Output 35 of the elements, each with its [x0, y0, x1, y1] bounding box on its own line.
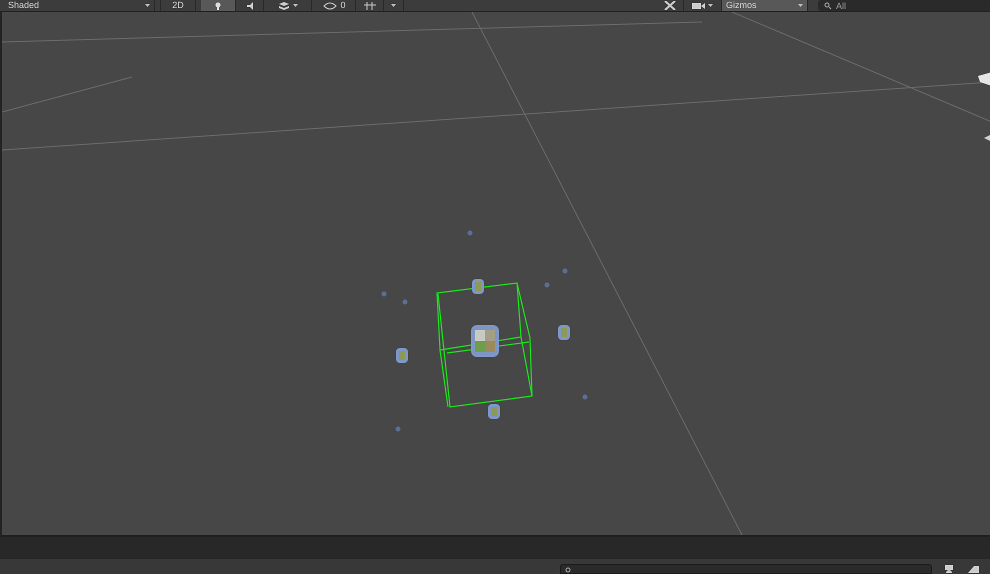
layers-icon [278, 2, 290, 10]
camera-icon [692, 2, 705, 8]
object-gizmo-icon [471, 325, 499, 357]
search-icon [565, 567, 571, 573]
2d-toggle-button[interactable]: 2D [160, 0, 196, 11]
lighting-toggle-button[interactable] [201, 0, 236, 11]
search-icon [824, 2, 832, 10]
light-gizmo-icon [382, 292, 386, 296]
crossed-tools-icon [664, 1, 676, 10]
hidden-count: 0 [340, 0, 346, 11]
caret-icon [292, 4, 298, 7]
light-gizmo-icon [402, 300, 408, 304]
object-gizmo-icon [488, 404, 500, 419]
speaker-icon [246, 2, 254, 10]
caret-icon [708, 4, 713, 7]
grid-icon [364, 2, 376, 10]
tag-icon[interactable] [966, 565, 980, 573]
caret-icon [798, 4, 803, 7]
object-gizmo-icon [396, 348, 408, 363]
light-gizmo-icon [562, 268, 568, 274]
light-bulb-icon [215, 2, 221, 10]
eye-icon [323, 2, 338, 10]
object-gizmo-icon [472, 279, 484, 294]
scene-orientation-gizmo-icon [978, 72, 990, 86]
scene-orientation-gizmo-icon [984, 134, 990, 142]
light-gizmo-icon [396, 426, 400, 432]
object-gizmo-icon [558, 325, 570, 340]
light-gizmo-icon [544, 282, 550, 288]
caret-icon [145, 4, 150, 7]
search-field[interactable]: All [818, 0, 990, 11]
search-field[interactable] [560, 564, 932, 574]
light-gizmo-icon [582, 394, 588, 400]
caret-icon [391, 4, 396, 7]
gizmos-dropdown[interactable]: Gizmos [722, 0, 808, 11]
light-gizmo-icon [468, 230, 472, 236]
